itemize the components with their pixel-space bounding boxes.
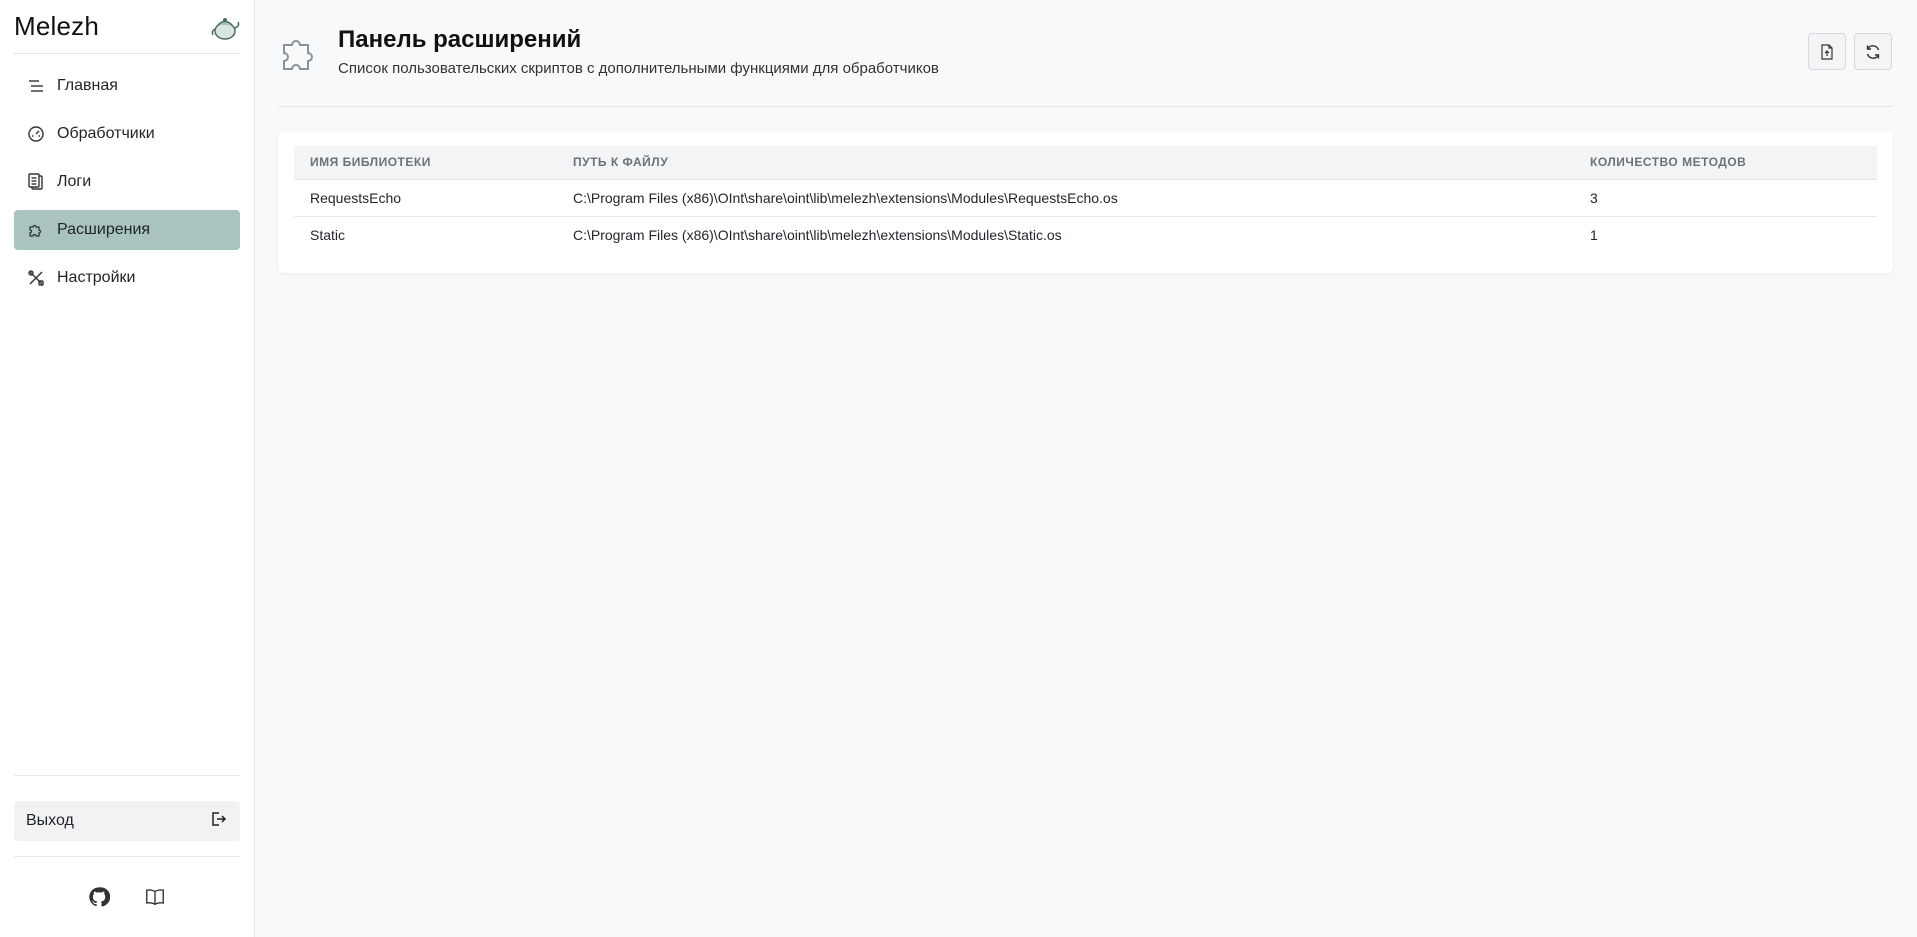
cell-count: 3 <box>1574 179 1877 217</box>
table-row[interactable]: Static C:\Program Files (x86)\OInt\share… <box>294 216 1877 253</box>
sidebar: Melezh Главная Обработчики Логи Расширен… <box>0 0 255 937</box>
refresh-button[interactable] <box>1854 33 1892 70</box>
extensions-table-card: ИМЯ БИБЛИОТЕКИ ПУТЬ К ФАЙЛУ КОЛИЧЕСТВО М… <box>278 131 1893 273</box>
sidebar-item-label: Логи <box>57 173 92 190</box>
refresh-icon <box>1866 44 1880 59</box>
sidebar-item-label: Главная <box>57 77 118 94</box>
page-subtitle: Список пользовательских скриптов с допол… <box>338 60 939 77</box>
cell-path: C:\Program Files (x86)\OInt\share\oint\l… <box>573 226 1062 243</box>
logout-icon <box>208 809 228 834</box>
github-icon[interactable] <box>88 886 110 908</box>
sidebar-item-handlers[interactable]: Обработчики <box>14 114 240 154</box>
page-header: Панель расширений Список пользовательски… <box>278 0 1893 107</box>
sidebar-item-home[interactable]: Главная <box>14 66 240 106</box>
book-icon[interactable] <box>144 886 166 908</box>
gauge-icon <box>27 125 45 143</box>
column-header-path[interactable]: ПУТЬ К ФАЙЛУ <box>557 146 1574 180</box>
sidebar-item-label: Расширения <box>57 221 151 238</box>
tools-icon <box>27 269 45 287</box>
column-header-name[interactable]: ИМЯ БИБЛИОТЕКИ <box>294 146 557 180</box>
cell-count: 1 <box>1590 226 1598 243</box>
header-actions <box>1808 33 1892 70</box>
sidebar-item-logs[interactable]: Логи <box>14 162 240 202</box>
footer-links <box>14 857 240 937</box>
table-row[interactable]: RequestsEcho C:\Program Files (x86)\OInt… <box>294 179 1877 217</box>
extensions-table: ИМЯ БИБЛИОТЕКИ ПУТЬ К ФАЙЛУ КОЛИЧЕСТВО М… <box>294 146 1877 253</box>
brand-title: Melezh <box>14 11 100 41</box>
page-title: Панель расширений <box>338 26 582 53</box>
app-root: Melezh Главная Обработчики Логи Расширен… <box>0 0 1917 937</box>
file-upload-icon <box>1821 43 1833 60</box>
clipboard-icon <box>27 173 45 191</box>
logout-label: Выход <box>26 812 74 829</box>
logout-button[interactable]: Выход <box>14 801 240 841</box>
teapot-logo-icon <box>210 12 240 42</box>
sidebar-item-extensions[interactable]: Расширения <box>14 210 240 250</box>
upload-file-button[interactable] <box>1808 33 1846 70</box>
puzzle-icon <box>278 31 320 73</box>
sidebar-item-label: Обработчики <box>57 125 155 142</box>
column-header-count[interactable]: КОЛИЧЕСТВО МЕТОДОВ <box>1574 146 1877 180</box>
menu-lines-icon <box>27 77 45 95</box>
puzzle-icon <box>27 221 45 239</box>
sidebar-item-settings[interactable]: Настройки <box>14 258 240 298</box>
sidebar-nav: Главная Обработчики Логи Расширения Наст… <box>14 66 240 298</box>
cell-name: RequestsEcho <box>294 179 557 217</box>
divider <box>14 775 240 776</box>
table-header-row: ИМЯ БИБЛИОТЕКИ ПУТЬ К ФАЙЛУ КОЛИЧЕСТВО М… <box>294 146 1877 180</box>
sidebar-item-label: Настройки <box>57 269 136 286</box>
main-content: Панель расширений Список пользовательски… <box>255 0 1917 937</box>
cell-path: C:\Program Files (x86)\OInt\share\oint\l… <box>557 179 1574 217</box>
cell-name: Static <box>310 226 346 243</box>
brand: Melezh <box>14 0 240 54</box>
